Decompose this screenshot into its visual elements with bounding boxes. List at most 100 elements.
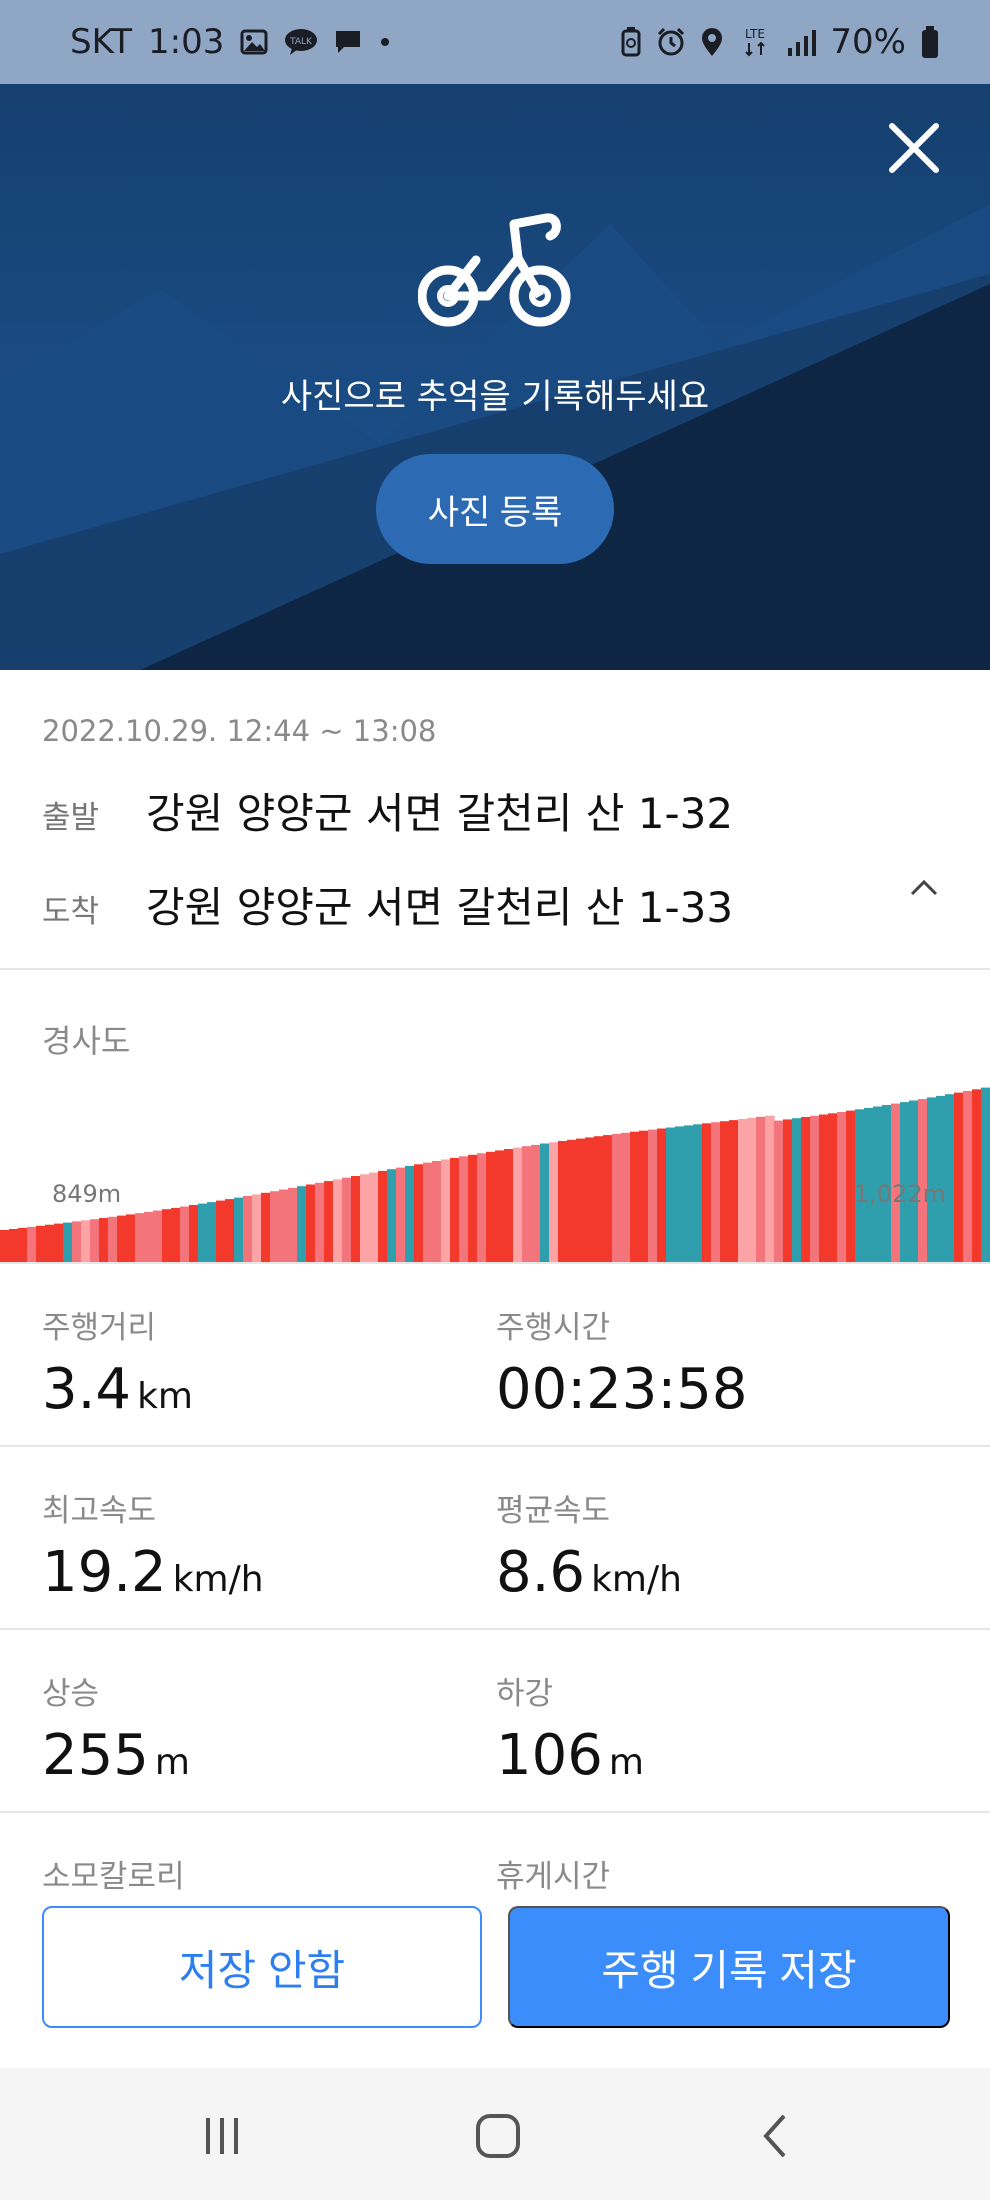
elevation-bar bbox=[333, 1179, 343, 1262]
dot-icon bbox=[378, 35, 392, 49]
elevation-bar bbox=[576, 1138, 586, 1262]
elevation-title: 경사도 bbox=[42, 1022, 131, 1060]
elevation-bar bbox=[603, 1135, 613, 1262]
elevation-bar bbox=[225, 1199, 235, 1262]
recent-apps-icon[interactable] bbox=[192, 2108, 252, 2164]
elevation-bar bbox=[648, 1129, 658, 1262]
elevation-bar bbox=[963, 1091, 973, 1262]
elevation-bar bbox=[234, 1197, 244, 1262]
ride-datetime: 2022.10.29. 12:44 ~ 13:08 bbox=[42, 714, 437, 748]
elevation-bar bbox=[594, 1136, 604, 1262]
close-icon[interactable] bbox=[882, 116, 946, 180]
stat-value: 255 bbox=[42, 1723, 149, 1788]
elevation-bar bbox=[432, 1161, 442, 1262]
elevation-bar bbox=[954, 1092, 964, 1262]
elevation-bar bbox=[441, 1159, 451, 1262]
elevation-bar bbox=[675, 1126, 685, 1262]
stat-value: 106 bbox=[496, 1723, 603, 1788]
elevation-bar bbox=[252, 1194, 262, 1262]
elevation-bar bbox=[207, 1202, 217, 1262]
stat-distance: 주행거리 3.4 km bbox=[42, 1302, 193, 1422]
elevation-bar bbox=[153, 1210, 163, 1262]
dont-save-button[interactable]: 저장 안함 bbox=[42, 1906, 482, 2028]
elevation-bar bbox=[486, 1151, 496, 1262]
elevation-bar bbox=[981, 1087, 990, 1262]
elevation-bar bbox=[36, 1225, 46, 1262]
elevation-bar bbox=[180, 1206, 190, 1262]
bicycle-icon bbox=[418, 213, 571, 327]
stat-max-speed: 최고속도 19.2 km/h bbox=[42, 1485, 264, 1605]
elevation-bar bbox=[612, 1133, 622, 1262]
elevation-bar bbox=[45, 1224, 55, 1262]
elevation-bar bbox=[27, 1226, 37, 1262]
stat-label: 최고속도 bbox=[42, 1493, 157, 1529]
elevation-bar bbox=[774, 1120, 784, 1262]
home-icon[interactable] bbox=[468, 2108, 528, 2164]
elevation-bar bbox=[306, 1184, 316, 1262]
back-icon[interactable] bbox=[746, 2108, 806, 2164]
stats-row-1: 주행거리 3.4 km 주행시간 00:23:58 bbox=[0, 1262, 990, 1445]
location-icon bbox=[700, 27, 724, 57]
stat-unit: m bbox=[154, 1742, 190, 1783]
elevation-bar bbox=[270, 1191, 280, 1262]
elevation-bar bbox=[198, 1203, 208, 1262]
system-nav-bar bbox=[0, 2068, 990, 2200]
stats-row-3: 상승 255 m 하강 106 m bbox=[0, 1628, 990, 1811]
elevation-bar bbox=[585, 1137, 595, 1262]
elevation-bar bbox=[468, 1154, 478, 1262]
elevation-bar bbox=[18, 1227, 28, 1262]
elevation-bar bbox=[657, 1128, 667, 1262]
elevation-bar bbox=[405, 1165, 415, 1262]
stat-ascent: 상승 255 m bbox=[42, 1668, 190, 1788]
stat-value-wrap: 19.2 km/h bbox=[42, 1540, 264, 1605]
elevation-bar bbox=[54, 1223, 64, 1262]
stat-value: 3.4 bbox=[42, 1357, 132, 1422]
elevation-bar bbox=[504, 1149, 514, 1262]
elevation-max-label: 1,022m bbox=[853, 1180, 946, 1208]
elevation-bar bbox=[90, 1219, 100, 1262]
stat-label: 상승 bbox=[42, 1676, 100, 1712]
chevron-up-icon[interactable] bbox=[908, 878, 940, 898]
elevation-bar bbox=[135, 1213, 145, 1262]
start-location: 강원 양양군 서면 갈천리 산 1-32 bbox=[146, 789, 734, 838]
stat-avg-speed: 평균속도 8.6 km/h bbox=[496, 1485, 682, 1605]
save-ride-button[interactable]: 주행 기록 저장 bbox=[508, 1906, 950, 2028]
elevation-bar bbox=[693, 1124, 703, 1262]
add-photo-button[interactable]: 사진 등록 bbox=[376, 454, 614, 564]
stat-label: 주행거리 bbox=[42, 1310, 157, 1346]
elevation-bar bbox=[288, 1187, 298, 1262]
hero-message: 사진으로 추억을 기록해두세요 bbox=[280, 377, 710, 417]
elevation-bar bbox=[477, 1153, 487, 1262]
end-label: 도착 bbox=[42, 894, 100, 930]
start-location-row: 출발 강원 양양군 서면 갈천리 산 1-32 bbox=[42, 780, 733, 841]
elevation-bar bbox=[738, 1119, 748, 1262]
elevation-bar bbox=[72, 1221, 82, 1262]
elevation-bar bbox=[729, 1120, 739, 1262]
elevation-bar bbox=[801, 1117, 811, 1262]
elevation-bar bbox=[972, 1089, 982, 1262]
elevation-bar bbox=[702, 1123, 712, 1262]
elevation-bar bbox=[315, 1182, 325, 1262]
elevation-bar bbox=[342, 1177, 352, 1262]
stat-unit: m bbox=[608, 1742, 644, 1783]
elevation-bar bbox=[558, 1141, 568, 1262]
elevation-bar bbox=[162, 1209, 172, 1262]
elevation-bar bbox=[369, 1172, 379, 1262]
svg-text:LTE: LTE bbox=[745, 27, 765, 41]
elevation-bar bbox=[783, 1119, 793, 1262]
battery-saver-icon bbox=[620, 27, 642, 57]
stat-descent: 하강 106 m bbox=[496, 1668, 644, 1788]
battery-icon bbox=[920, 26, 940, 58]
stat-value-wrap: 3.4 km bbox=[42, 1357, 193, 1422]
elevation-bar bbox=[666, 1127, 676, 1262]
stats-row-2: 최고속도 19.2 km/h 평균속도 8.6 km/h bbox=[0, 1445, 990, 1628]
stat-unit: km/h bbox=[172, 1559, 264, 1600]
elevation-bar bbox=[414, 1164, 424, 1262]
elevation-bar bbox=[243, 1196, 253, 1262]
elevation-bar bbox=[216, 1200, 226, 1262]
elevation-bar bbox=[171, 1207, 181, 1262]
stat-unit: km bbox=[137, 1376, 193, 1417]
stat-value-wrap: 106 m bbox=[496, 1723, 644, 1788]
svg-text:TALK: TALK bbox=[289, 37, 313, 47]
elevation-bar bbox=[423, 1162, 433, 1262]
